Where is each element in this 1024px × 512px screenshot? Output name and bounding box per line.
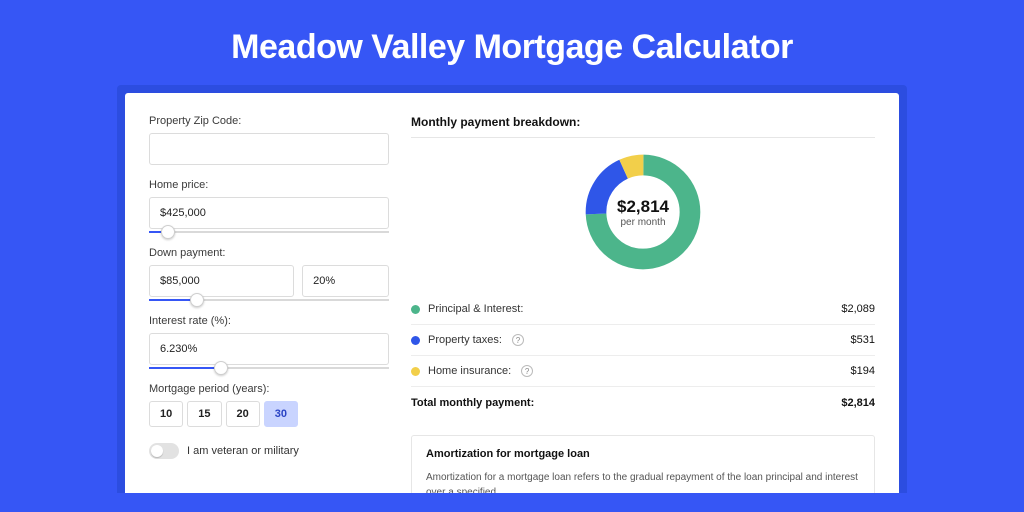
legend-dot <box>411 367 420 376</box>
veteran-label: I am veteran or military <box>187 445 299 457</box>
veteran-toggle[interactable] <box>149 443 179 459</box>
home-price-field: Home price: <box>149 179 389 233</box>
total-row: Total monthly payment: $2,814 <box>411 387 875 421</box>
home-price-slider[interactable] <box>149 231 389 233</box>
home-price-input[interactable] <box>149 197 389 229</box>
slider-thumb[interactable] <box>161 225 175 239</box>
period-button-30[interactable]: 30 <box>264 401 298 427</box>
interest-field: Interest rate (%): <box>149 315 389 369</box>
down-payment-field: Down payment: <box>149 247 389 301</box>
zip-label: Property Zip Code: <box>149 115 389 127</box>
interest-label: Interest rate (%): <box>149 315 389 327</box>
legend-row: Property taxes:? $531 <box>411 325 875 356</box>
amortization-card: Amortization for mortgage loan Amortizat… <box>411 435 875 493</box>
period-label: Mortgage period (years): <box>149 383 389 395</box>
legend-dot <box>411 336 420 345</box>
amortization-title: Amortization for mortgage loan <box>426 448 860 460</box>
page-title: Meadow Valley Mortgage Calculator <box>0 0 1024 85</box>
slider-thumb[interactable] <box>214 361 228 375</box>
legend-value: $531 <box>851 334 875 346</box>
legend-label: Property taxes: <box>428 334 502 346</box>
legend-label: Principal & Interest: <box>428 303 523 315</box>
donut-total: $2,814 <box>617 197 669 217</box>
period-button-10[interactable]: 10 <box>149 401 183 427</box>
veteran-toggle-row: I am veteran or military <box>149 443 389 459</box>
calculator-card-frame: Property Zip Code: Home price: Down paym… <box>117 85 907 493</box>
interest-slider[interactable] <box>149 367 389 369</box>
legend-label: Home insurance: <box>428 365 511 377</box>
info-icon[interactable]: ? <box>512 334 524 346</box>
info-icon[interactable]: ? <box>521 365 533 377</box>
zip-field: Property Zip Code: <box>149 115 389 165</box>
legend-value: $2,089 <box>841 303 875 315</box>
down-payment-label: Down payment: <box>149 247 389 259</box>
zip-input[interactable] <box>149 133 389 165</box>
legend-dot <box>411 305 420 314</box>
period-button-15[interactable]: 15 <box>187 401 221 427</box>
donut-chart: $2,814 per month <box>581 150 705 274</box>
donut-subtitle: per month <box>620 217 665 228</box>
legend-value: $194 <box>851 365 875 377</box>
amortization-text: Amortization for a mortgage loan refers … <box>426 470 860 493</box>
slider-thumb[interactable] <box>190 293 204 307</box>
home-price-label: Home price: <box>149 179 389 191</box>
period-button-20[interactable]: 20 <box>226 401 260 427</box>
legend-row: Principal & Interest: $2,089 <box>411 294 875 325</box>
interest-input[interactable] <box>149 333 389 365</box>
donut-chart-wrap: $2,814 per month <box>411 150 875 274</box>
down-payment-amount-input[interactable] <box>149 265 294 297</box>
inputs-column: Property Zip Code: Home price: Down paym… <box>149 115 389 493</box>
period-field: Mortgage period (years): 10152030 <box>149 383 389 427</box>
total-row-value: $2,814 <box>841 397 875 409</box>
legend-row: Home insurance:? $194 <box>411 356 875 387</box>
down-payment-slider[interactable] <box>149 299 389 301</box>
total-row-label: Total monthly payment: <box>411 397 534 409</box>
breakdown-column: Monthly payment breakdown: $2,814 per mo… <box>411 115 875 493</box>
calculator-card: Property Zip Code: Home price: Down paym… <box>125 93 899 493</box>
breakdown-title: Monthly payment breakdown: <box>411 115 875 138</box>
toggle-knob <box>151 445 163 457</box>
down-payment-percent-input[interactable] <box>302 265 389 297</box>
legend: Principal & Interest: $2,089 Property taxe… <box>411 294 875 387</box>
